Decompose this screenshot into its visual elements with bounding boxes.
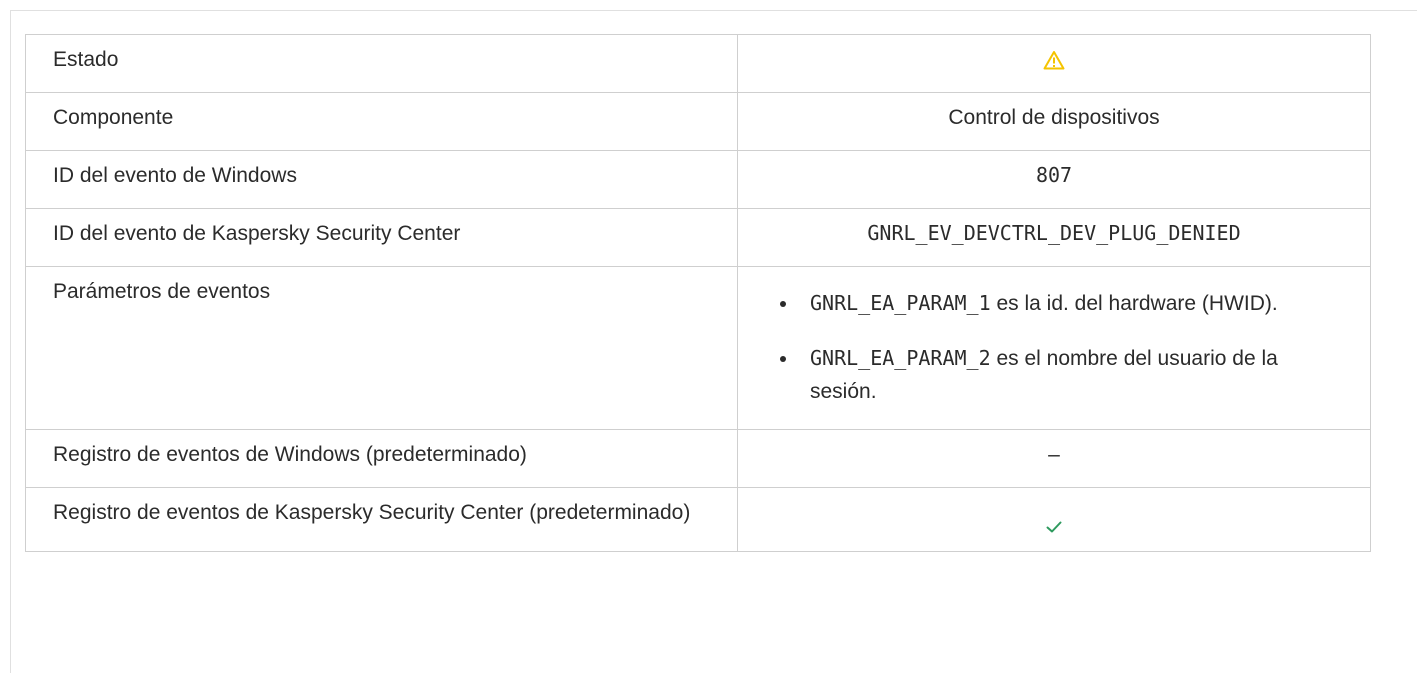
param-code: GNRL_EA_PARAM_2 — [810, 346, 991, 370]
table-row-estado: Estado — [25, 34, 1371, 93]
row-label: Parámetros de eventos — [25, 266, 738, 430]
list-item: GNRL_EA_PARAM_2 es el nombre del usuario… — [778, 342, 1330, 408]
table-row-windows-event-id: ID del evento de Windows 807 — [25, 150, 1371, 209]
row-value: – — [737, 429, 1371, 488]
param-code: GNRL_EA_PARAM_1 — [810, 291, 991, 315]
row-label: Componente — [25, 92, 738, 151]
param-text: es la id. del hardware (HWID). — [990, 292, 1278, 315]
table-row-windows-log: Registro de eventos de Windows (predeter… — [25, 429, 1371, 488]
table-row-componente: Componente Control de dispositivos — [25, 92, 1371, 151]
row-value: GNRL_EV_DEVCTRL_DEV_PLUG_DENIED — [737, 208, 1371, 267]
row-label: ID del evento de Kaspersky Security Cent… — [25, 208, 738, 267]
table-row-ksc-log: Registro de eventos de Kaspersky Securit… — [25, 487, 1371, 552]
row-label: ID del evento de Windows — [25, 150, 738, 209]
row-value: GNRL_EA_PARAM_1 es la id. del hardware (… — [737, 266, 1371, 430]
list-item: GNRL_EA_PARAM_1 es la id. del hardware (… — [778, 287, 1330, 320]
event-details-table: Estado Componente Control de dispositivo… — [25, 34, 1371, 552]
checkmark-icon — [1046, 515, 1062, 538]
param-list: GNRL_EA_PARAM_1 es la id. del hardware (… — [778, 287, 1330, 408]
row-label: Registro de eventos de Kaspersky Securit… — [25, 487, 738, 552]
row-label: Estado — [25, 34, 738, 93]
row-value — [737, 34, 1371, 93]
row-value — [737, 487, 1371, 552]
row-label: Registro de eventos de Windows (predeter… — [25, 429, 738, 488]
row-value: Control de dispositivos — [737, 92, 1371, 151]
warning-icon — [1043, 48, 1065, 71]
table-row-ksc-event-id: ID del evento de Kaspersky Security Cent… — [25, 208, 1371, 267]
table-row-event-params: Parámetros de eventos GNRL_EA_PARAM_1 es… — [25, 266, 1371, 430]
row-value: 807 — [737, 150, 1371, 209]
